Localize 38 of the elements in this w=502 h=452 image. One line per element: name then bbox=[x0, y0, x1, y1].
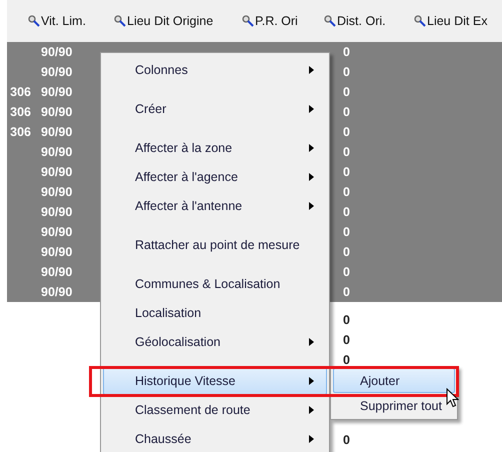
column-label: Dist. Ori. bbox=[337, 14, 386, 28]
column-label: P.R. Ori bbox=[255, 14, 298, 28]
table-cell: 90/90 bbox=[41, 265, 72, 279]
column-label: Lieu Dit Origine bbox=[127, 14, 214, 28]
table-cell: 0 bbox=[343, 265, 350, 279]
table-cell: 90/90 bbox=[41, 65, 72, 79]
table-cell: 90/90 bbox=[41, 45, 72, 59]
table-cell: 90/90 bbox=[41, 185, 72, 199]
table-cell: 0 bbox=[343, 353, 350, 367]
table-cell: 90/90 bbox=[41, 105, 72, 119]
table-cell: 90/90 bbox=[41, 85, 72, 99]
table-cell: 0 bbox=[343, 333, 350, 347]
table-cell: 0 bbox=[343, 65, 350, 79]
table-cell: 90/90 bbox=[41, 225, 72, 239]
table-cell: 90/90 bbox=[41, 145, 72, 159]
table-cell: 0 bbox=[343, 205, 350, 219]
table-cell: 90/90 bbox=[41, 285, 72, 299]
table-cell: 0 bbox=[343, 125, 350, 139]
table-cell: 306 bbox=[10, 125, 31, 139]
table-cell: 90/90 bbox=[41, 205, 72, 219]
table-cell: 90/90 bbox=[41, 165, 72, 179]
table-cell: 306 bbox=[10, 85, 31, 99]
table-cell: 0 bbox=[343, 285, 350, 299]
column-label: Lieu Dit Ex bbox=[427, 14, 488, 28]
table-cell: 0 bbox=[343, 45, 350, 59]
table-cell: 0 bbox=[343, 433, 350, 447]
table-cell: 90/90 bbox=[41, 245, 72, 259]
table-cell: 90/90 bbox=[41, 125, 72, 139]
table-cell: 0 bbox=[343, 165, 350, 179]
table-cell: 0 bbox=[343, 105, 350, 119]
table-cell: 0 bbox=[343, 145, 350, 159]
table-cell: 0 bbox=[343, 313, 350, 327]
table-cell: 0 bbox=[343, 245, 350, 259]
table-cell: 0 bbox=[343, 185, 350, 199]
table-cell: 0 bbox=[343, 225, 350, 239]
column-label: Vit. Lim. bbox=[41, 14, 86, 28]
table-cell: 0 bbox=[343, 85, 350, 99]
table-cell: 306 bbox=[10, 105, 31, 119]
